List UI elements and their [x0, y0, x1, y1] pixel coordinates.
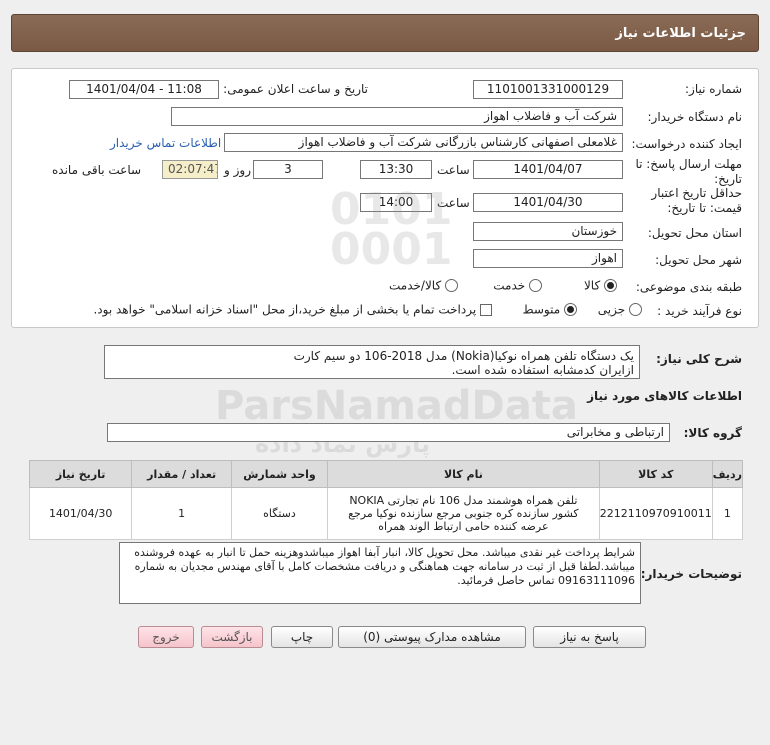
days-label: روز و	[224, 163, 251, 177]
category-option-service[interactable]: خدمت	[493, 278, 542, 293]
category-option-goods-service[interactable]: کالا/خدمت	[389, 278, 458, 293]
buyer-notes-box: شرایط پرداخت غیر نقدی میباشد. محل تحویل …	[119, 542, 641, 604]
print-button[interactable]: چاپ	[271, 626, 333, 648]
page-header: جزئيات اطلاعات نياز	[11, 14, 759, 52]
process-option-minor[interactable]: جزیی	[598, 302, 642, 317]
province-field: خوزستان	[473, 222, 623, 241]
deadline-label: مهلت ارسال پاسخ: تا تاریخ:	[635, 157, 742, 186]
need-number-field: 1101001331000129	[473, 80, 623, 99]
col-code: کد کالا	[598, 460, 713, 488]
respond-button[interactable]: پاسخ به نیاز	[533, 626, 646, 648]
back-button[interactable]: بازگشت	[201, 626, 263, 648]
buyer-notes-label: توضیحات خریدار:	[640, 567, 742, 581]
radio-selected-icon[interactable]	[564, 303, 577, 316]
province-label: استان محل تحویل:	[647, 226, 742, 240]
validity-label: حداقل تاریخ اعتبار قیمت: تا تاریخ:	[651, 186, 742, 215]
city-field: اهواز	[473, 249, 623, 268]
col-date: تاریخ نیاز	[28, 460, 133, 488]
cell-name: تلفن همراه هوشمند مدل 106 نام تجارتی NOK…	[327, 487, 600, 540]
category-label: طبقه بندی موضوعی:	[635, 280, 742, 294]
buyer-field: شرکت آب و فاضلاب اهواز	[171, 107, 623, 126]
creator-field: غلامعلی اصفهانی کارشناس بازرگانی شرکت آب…	[224, 133, 623, 152]
col-unit: واحد شمارش	[230, 460, 329, 488]
table-row: 1 2212110970910011 تلفن همراه هوشمند مدل…	[28, 487, 744, 540]
description-line-2: ازایران کدمشابه استفاده شده است.	[451, 363, 634, 377]
category-option-goods[interactable]: کالا	[584, 278, 617, 293]
checkbox-icon[interactable]	[480, 303, 492, 316]
goods-group-field: ارتباطی و مخابراتی	[107, 423, 670, 442]
deadline-date-field: 1401/04/07	[473, 160, 623, 179]
deadline-time-label: ساعت	[437, 163, 470, 177]
cell-unit: دستگاه	[230, 487, 329, 540]
radio-icon[interactable]	[445, 279, 458, 292]
buyer-contact-link[interactable]: اطلاعات تماس خریدار	[110, 136, 221, 150]
deadline-time-field: 13:30	[360, 160, 432, 179]
table-header-row: ردیف کد کالا نام کالا واحد شمارش تعداد /…	[28, 460, 744, 488]
days-field: 3	[253, 160, 323, 179]
page-title: جزئيات اطلاعات نياز	[615, 26, 746, 41]
description-label: شرح کلی نیاز:	[656, 352, 742, 366]
col-name: نام کالا	[327, 460, 600, 488]
remaining-timer: 02:07:47	[162, 160, 218, 179]
validity-date-field: 1401/04/30	[473, 193, 623, 212]
radio-icon[interactable]	[629, 303, 642, 316]
need-number-label: شماره نیاز:	[685, 82, 742, 96]
validity-time-label: ساعت	[437, 196, 470, 210]
goods-table: ردیف کد کالا نام کالا واحد شمارش تعداد /…	[28, 460, 744, 540]
process-option-medium[interactable]: متوسط	[522, 302, 577, 317]
goods-group-label: گروه کالا:	[683, 426, 742, 440]
cell-row: 1	[711, 487, 744, 540]
city-label: شهر محل تحویل:	[655, 253, 742, 267]
cell-code: 2212110970910011	[598, 487, 713, 540]
exit-button[interactable]: خروج	[138, 626, 194, 648]
process-label: نوع فرآیند خرید :	[657, 304, 742, 318]
treasury-payment-checkbox[interactable]: پرداخت تمام یا بخشی از مبلغ خرید،از محل …	[93, 302, 492, 317]
creator-label: ایجاد کننده درخواست:	[631, 137, 742, 151]
radio-selected-icon[interactable]	[604, 279, 617, 292]
cell-qty: 1	[131, 487, 232, 540]
description-box: یک دستگاه تلفن همراه نوکیا(Nokia) مدل 20…	[104, 345, 640, 379]
goods-info-label: اطلاعات کالاهای مورد نیاز	[587, 389, 742, 403]
announce-label: تاریخ و ساعت اعلان عمومی:	[223, 82, 368, 96]
announce-field: 1401/04/04 - 11:08	[69, 80, 219, 99]
cell-date: 1401/04/30	[28, 487, 133, 540]
buyer-label: نام دستگاه خریدار:	[647, 110, 743, 124]
validity-time-field: 14:00	[360, 193, 432, 212]
remaining-label: ساعت باقی مانده	[52, 163, 142, 177]
description-line-1: یک دستگاه تلفن همراه نوکیا(Nokia) مدل 20…	[293, 349, 634, 363]
attachments-button[interactable]: مشاهده مدارک پیوستی (0)	[338, 626, 526, 648]
col-row: ردیف	[711, 460, 744, 488]
col-qty: تعداد / مقدار	[131, 460, 232, 488]
radio-icon[interactable]	[529, 279, 542, 292]
